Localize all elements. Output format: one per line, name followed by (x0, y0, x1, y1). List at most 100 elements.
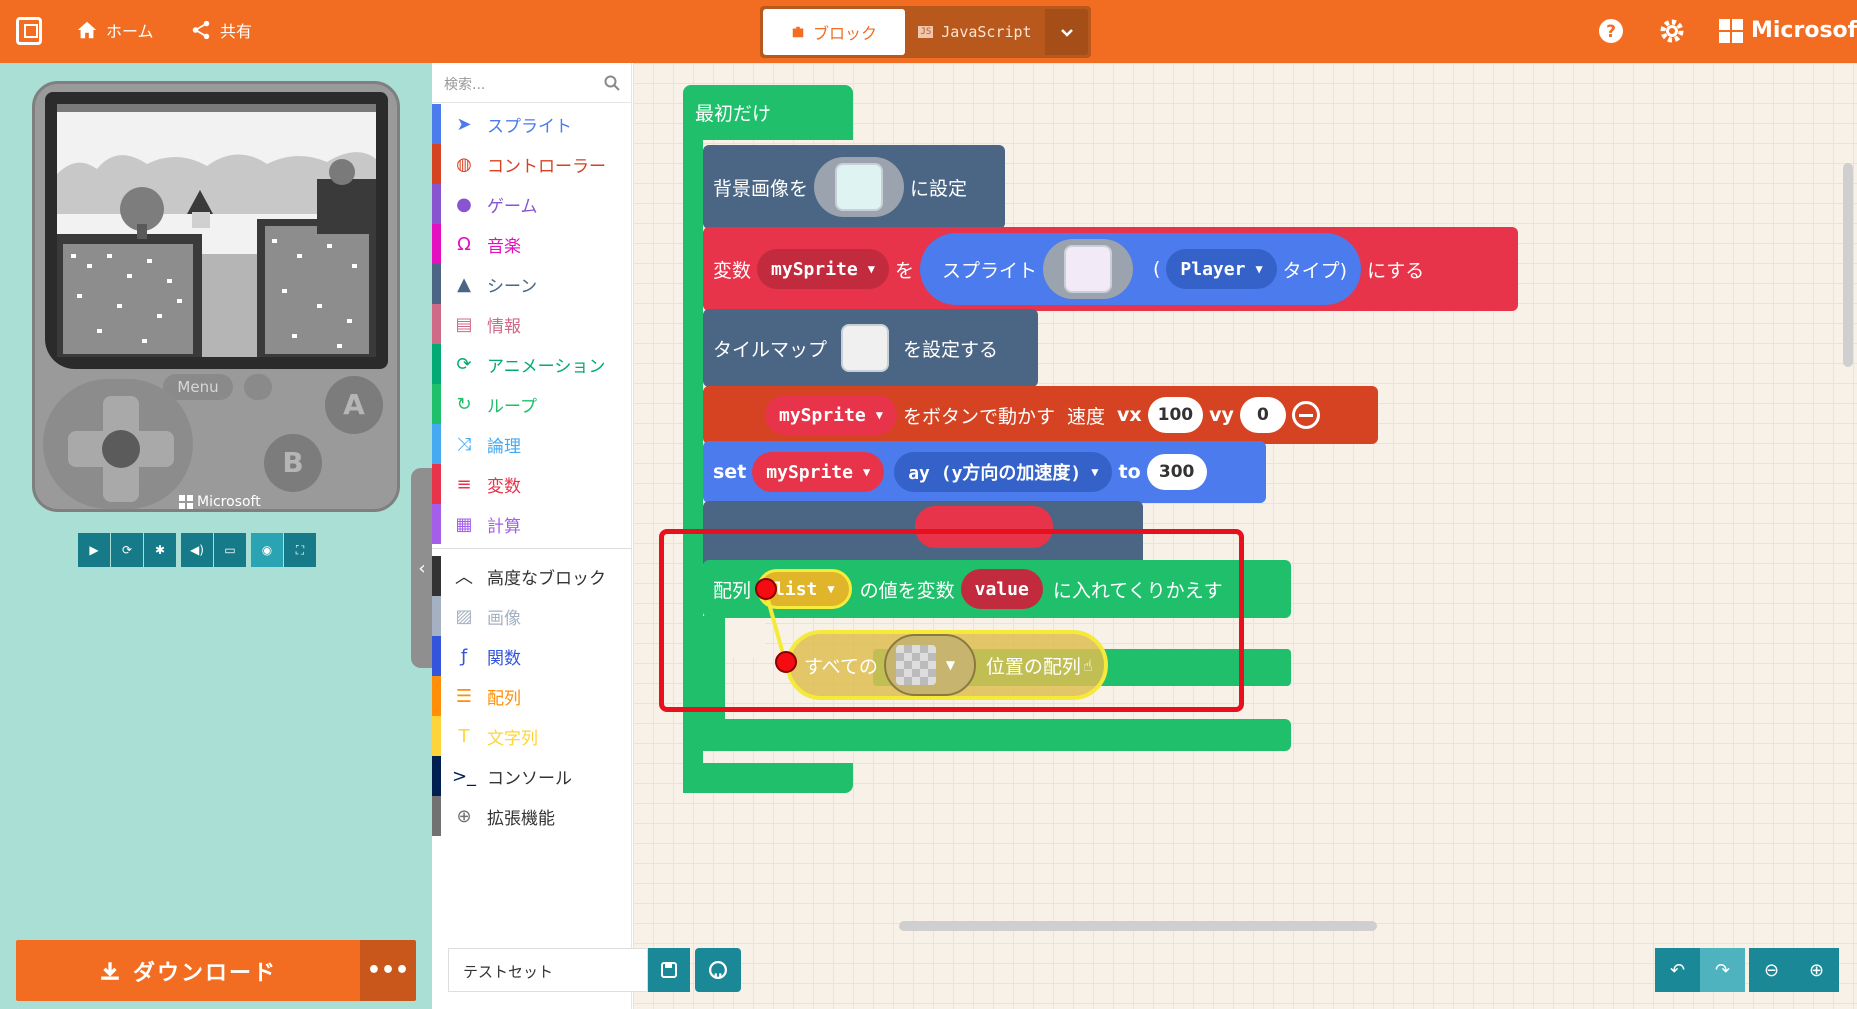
category-label: 高度なブロック (487, 568, 606, 589)
share-label: 共有 (220, 22, 253, 41)
category-color-strip (432, 796, 441, 836)
category-image[interactable]: ▨ 画像 (432, 596, 632, 636)
zoom-out-button[interactable]: ⊖ (1749, 948, 1794, 992)
collapse-simulator-handle[interactable]: ‹ (411, 468, 433, 668)
headphones-icon: Ω (457, 233, 471, 255)
text-icon: T (458, 725, 470, 747)
search-input[interactable]: 検索... (444, 74, 485, 94)
a-button[interactable]: A (325, 376, 383, 434)
arcade-logo-icon[interactable] (16, 17, 42, 45)
redo-button[interactable]: ↷ (1700, 948, 1745, 992)
category-circle[interactable]: ● ゲーム (432, 184, 632, 224)
keyboard-button[interactable]: ▭ (214, 533, 246, 567)
home-link[interactable]: ホーム (76, 18, 154, 42)
highlight-box (659, 529, 1244, 712)
gear-icon[interactable] (1659, 18, 1685, 44)
javascript-mode-tab[interactable]: JS JavaScript (905, 9, 1045, 55)
shuffle-icon: ⤨ (456, 433, 472, 455)
category-id-card[interactable]: ▤ 情報 (432, 304, 632, 344)
category-chevron-up[interactable]: ︿ 高度なブロック (432, 556, 632, 596)
category-array[interactable]: ☰ 配列 (432, 676, 632, 716)
refresh-icon: ⟳ (456, 353, 472, 375)
category-paper-plane[interactable]: ➤ スプライト (432, 104, 632, 144)
category-color-strip (432, 424, 441, 464)
toolbox-divider (432, 548, 632, 549)
dpad-center (102, 430, 140, 468)
vertical-scrollbar[interactable] (1843, 163, 1853, 367)
language-dropdown-button[interactable] (1045, 9, 1088, 55)
home-label: ホーム (106, 22, 154, 41)
category-headphones[interactable]: Ω 音楽 (432, 224, 632, 264)
category-label: 情報 (487, 316, 521, 337)
category-label: 計算 (487, 516, 521, 537)
category-gamepad[interactable]: ◍ コントローラー (432, 144, 632, 184)
microsoft-logo-icon (179, 495, 193, 509)
category-color-strip (432, 184, 441, 224)
image-icon: ▨ (455, 605, 473, 627)
b-button[interactable]: B (264, 434, 322, 492)
redo-icon: ↷ (1714, 959, 1731, 981)
debug-button[interactable]: ✱ (144, 533, 176, 567)
download-button[interactable]: ダウンロード (16, 940, 360, 1001)
category-color-strip (432, 556, 441, 596)
screenshot-button[interactable]: ◉ (251, 533, 283, 567)
category-text[interactable]: T 文字列 (432, 716, 632, 756)
category-label: 音楽 (487, 236, 521, 257)
horizontal-scrollbar[interactable] (899, 921, 1377, 931)
category-color-strip (432, 756, 441, 796)
simulator-panel: Menu A B Microsoft ▶ ⟳ ✱ ◀) ▭ ◉ ⛶ ‹ ダウンロ… (0, 63, 433, 1009)
svg-text:?: ? (1606, 22, 1616, 42)
restart-button[interactable]: ⟳ (111, 533, 143, 567)
zoom-in-button[interactable]: ⊕ (1794, 948, 1839, 992)
js-file-icon: JS (918, 26, 934, 38)
game-scene-image (57, 104, 376, 357)
category-label: 画像 (487, 608, 521, 629)
menu-button[interactable]: Menu (163, 374, 233, 400)
category-label: 変数 (487, 476, 521, 497)
category-calculator[interactable]: ▦ 計算 (432, 504, 632, 544)
game-screen[interactable] (57, 104, 376, 357)
fullscreen-button[interactable]: ⛶ (284, 533, 316, 567)
search-icon (604, 75, 620, 91)
category-color-strip (432, 464, 441, 504)
game-console: Menu A B Microsoft (32, 81, 400, 512)
category-color-strip (432, 636, 441, 676)
blocks-workspace[interactable]: 最初だけ 背景画像を に設定 変数 mySprite ▼ を スプライト ( Pl… (633, 63, 1857, 1009)
download-more-button[interactable]: ••• (360, 940, 416, 1001)
mute-button[interactable]: ◀) (181, 533, 213, 567)
undo-button[interactable]: ↶ (1655, 948, 1700, 992)
save-button[interactable] (648, 948, 690, 992)
project-name-input[interactable]: テストセット (448, 948, 648, 992)
category-refresh[interactable]: ⟳ アニメーション (432, 344, 632, 384)
zoom-out-icon: ⊖ (1763, 959, 1780, 981)
play-button[interactable]: ▶ (78, 533, 110, 567)
microsoft-logo[interactable]: Microsoft (1719, 18, 1857, 43)
category-function[interactable]: ƒ 関数 (432, 636, 632, 676)
category-terminal[interactable]: >_ コンソール (432, 756, 632, 796)
console-brand-label: Microsoft (197, 494, 261, 510)
reset-button[interactable] (244, 374, 272, 400)
editor-mode-toggle: ブロック JS JavaScript (760, 6, 1091, 58)
simulator-toolbar: ▶ ⟳ ✱ ◀) ▭ ◉ ⛶ (78, 533, 316, 567)
paper-plane-icon: ➤ (456, 113, 472, 135)
category-label: 関数 (487, 648, 521, 669)
share-link[interactable]: 共有 (190, 18, 252, 42)
category-label: ループ (487, 396, 537, 417)
category-list[interactable]: ≡ 変数 (432, 464, 632, 504)
blocks-mode-label: ブロック (812, 24, 877, 43)
save-icon (661, 962, 677, 978)
chevron-up-icon: ︿ (455, 567, 473, 588)
toolbox-search[interactable]: 検索... (432, 63, 632, 103)
volume-icon: ◀) (190, 543, 204, 557)
github-button[interactable] (695, 948, 741, 992)
zoom-in-icon: ⊕ (1808, 959, 1825, 981)
blocks-mode-tab[interactable]: ブロック (763, 9, 905, 55)
category-label: コントローラー (487, 156, 606, 177)
category-label: 拡張機能 (487, 808, 555, 829)
category-loop[interactable]: ↻ ループ (432, 384, 632, 424)
category-tree[interactable]: ▲ シーン (432, 264, 632, 304)
help-icon[interactable]: ? (1598, 18, 1624, 44)
category-shuffle[interactable]: ⤨ 論理 (432, 424, 632, 464)
category-plus-circle[interactable]: ⊕ 拡張機能 (432, 796, 632, 836)
category-color-strip (432, 504, 441, 544)
